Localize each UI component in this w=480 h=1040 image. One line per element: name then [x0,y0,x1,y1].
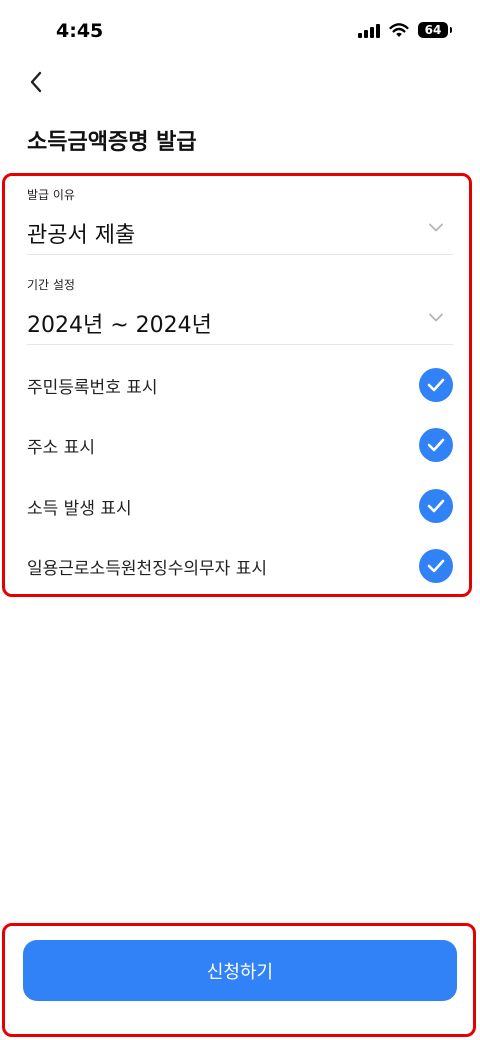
chevron-left-icon [30,71,42,93]
option-label: 소득 발생 표시 [27,498,132,519]
reason-field: 발급 이유 관공서 제출 [27,186,453,255]
period-value: 2024년 ~ 2024년 [27,313,212,338]
submit-button[interactable]: 신청하기 [23,940,457,1001]
checkmark-icon[interactable] [419,368,453,402]
option-resident-number[interactable]: 주민등록번호 표시 [27,367,453,403]
option-address[interactable]: 주소 표시 [27,427,453,463]
reason-value: 관공서 제출 [27,223,136,248]
signal-icon [358,22,380,38]
checkmark-icon[interactable] [419,489,453,523]
status-time: 4:45 [56,20,104,42]
option-label: 주소 표시 [27,437,95,458]
status-bar: 4:45 64 [0,0,480,62]
reason-label: 발급 이유 [27,188,75,202]
period-select[interactable]: 2024년 ~ 2024년 [27,299,453,345]
checkmark-icon[interactable] [419,549,453,583]
status-icons: 64 [358,22,452,38]
reason-select[interactable]: 관공서 제출 [27,209,453,255]
period-field: 기간 설정 2024년 ~ 2024년 [27,276,453,345]
option-income-occurrence[interactable]: 소득 발생 표시 [27,488,453,524]
checkmark-icon[interactable] [419,428,453,462]
wifi-icon [389,23,409,37]
option-label: 일용근로소득원천징수의무자 표시 [27,558,268,579]
page-title: 소득금액증명 발급 [27,130,197,155]
period-label: 기간 설정 [27,278,75,292]
battery-icon: 64 [418,22,452,38]
chevron-down-icon [429,313,443,322]
back-button[interactable] [22,68,50,96]
option-withholding-agent[interactable]: 일용근로소득원천징수의무자 표시 [27,548,453,584]
battery-level: 64 [424,23,442,37]
option-label: 주민등록번호 표시 [27,377,158,398]
chevron-down-icon [429,223,443,232]
